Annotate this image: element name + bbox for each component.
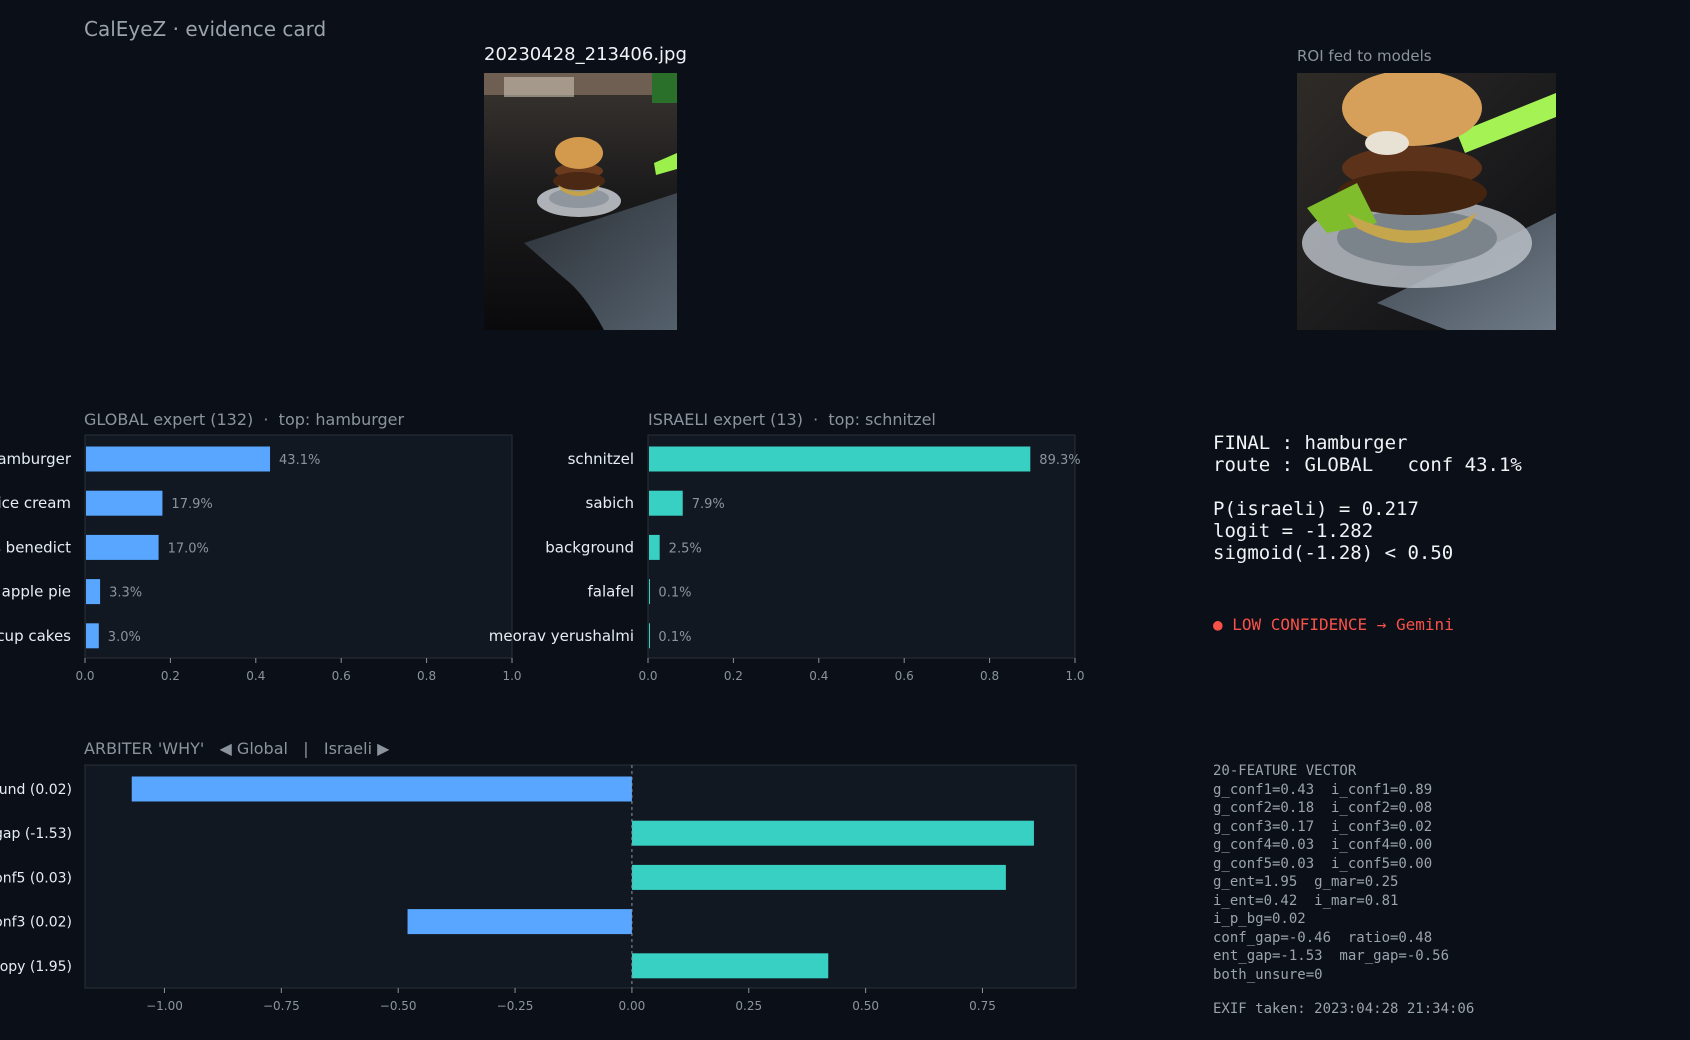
israeli-bar — [649, 623, 650, 649]
global-category-label: cup cakes — [0, 627, 71, 645]
feature-vector-line: g_conf4=0.03 i_conf4=0.00 — [1213, 837, 1433, 853]
israeli-category-label: background — [545, 538, 634, 556]
israeli-tick-label: 0.4 — [809, 669, 828, 683]
global-value-label: 43.1% — [279, 453, 320, 468]
feature-vector-line: g_conf1=0.43 i_conf1=0.89 — [1213, 781, 1433, 798]
image-filename: 20230428_213406.jpg — [484, 44, 687, 65]
arbiter-bar — [631, 820, 1034, 846]
arbiter-feature-label: i_conf5 (0.03) — [0, 870, 72, 886]
global-tick-label: 0.6 — [332, 669, 351, 683]
feature-vector-line: g_conf2=0.18 i_conf2=0.08 — [1213, 800, 1433, 816]
arbiter-feature-label: g_conf3 (0.02) — [0, 915, 72, 931]
decision-line: route : GLOBAL conf 43.1% — [1213, 454, 1522, 476]
israeli-tick-label: 0.6 — [895, 669, 914, 683]
global-bar — [86, 446, 271, 472]
israeli-category-label: schnitzel — [568, 450, 634, 468]
israeli-tick-label: 0.8 — [980, 669, 999, 683]
arbiter-tick-label: 0.75 — [969, 999, 996, 1013]
decision-line — [1213, 476, 1522, 498]
global-category-label: hamburger — [0, 450, 72, 468]
arbiter-tick-label: −0.25 — [497, 999, 534, 1013]
israeli-value-label: 0.1% — [658, 586, 691, 601]
israeli-bar — [649, 579, 650, 605]
global-bar — [86, 579, 101, 605]
global-category-label: apple pie — [2, 583, 71, 601]
feature-vector-line: ent_gap=-1.53 mar_gap=-0.56 — [1213, 948, 1450, 964]
global-value-label: 17.9% — [171, 497, 212, 512]
feature-vector-line: conf_gap=-0.46 ratio=0.48 — [1213, 929, 1433, 946]
global-value-label: 3.3% — [109, 586, 142, 601]
roi-label: ROI fed to models — [1297, 47, 1432, 65]
roi-photo — [1297, 73, 1556, 330]
israeli-value-label: 0.1% — [658, 630, 691, 645]
global-bar — [86, 623, 99, 649]
israeli-chart-title: ISRAELI expert (13) · top: schnitzel — [648, 410, 936, 429]
israeli-value-label: 2.5% — [669, 541, 702, 556]
global-tick-label: 0.4 — [246, 669, 265, 683]
arbiter-feature-label: p_background (0.02) — [0, 782, 72, 798]
global-tick-label: 0.8 — [417, 669, 436, 683]
arbiter-tick-label: 0.50 — [852, 999, 879, 1013]
app-title: CalEyeZ · evidence card — [84, 17, 327, 41]
arbiter-chart-title: ARBITER 'WHY' ◀ Global | Israeli ▶ — [84, 739, 390, 758]
israeli-category-label: meorav yerushalmi — [489, 627, 634, 645]
global-category-label: eggs benedict — [0, 538, 71, 556]
israeli-tick-label: 0.0 — [638, 669, 657, 683]
arbiter-bar — [631, 953, 829, 979]
israeli-tick-label: 1.0 — [1065, 669, 1084, 683]
arbiter-tick-label: −0.50 — [380, 999, 417, 1013]
israeli-value-label: 89.3% — [1039, 453, 1080, 468]
arbiter-bar — [131, 776, 632, 802]
israeli-category-label: falafel — [587, 583, 634, 601]
final-decision-block: FINAL : hamburger route : GLOBAL conf 43.… — [1213, 432, 1522, 564]
arbiter-tick-label: 0.00 — [619, 999, 646, 1013]
global-tick-label: 0.0 — [75, 669, 94, 683]
global-category-label: ice cream — [0, 494, 71, 512]
feature-vector-block: 20-FEATURE VECTOR g_conf1=0.43 i_conf1=0.… — [1213, 762, 1449, 984]
global-bar — [86, 534, 159, 560]
decision-line: P(israeli) = 0.217 — [1213, 498, 1419, 520]
feature-vector-line: g_ent=1.95 g_mar=0.25 — [1213, 874, 1399, 890]
global-value-label: 3.0% — [108, 630, 141, 645]
feature-vector-line: i_p_bg=0.02 — [1213, 911, 1306, 927]
original-photo — [484, 73, 677, 330]
israeli-bar — [649, 534, 660, 560]
arbiter-bar — [407, 909, 632, 935]
israeli-category-label: sabich — [586, 494, 634, 512]
arbiter-tick-label: −1.00 — [146, 999, 183, 1013]
feature-vector-line: g_conf3=0.17 i_conf3=0.02 — [1213, 818, 1433, 835]
decision-line: FINAL : hamburger — [1213, 432, 1408, 454]
israeli-expert-chart: schnitzel 89.3% sabich 7.9% background 2.5% fa… — [489, 434, 1085, 683]
arbiter-feature-label: ent_gap (-1.53) — [0, 826, 72, 842]
feature-vector-line: both_unsure=0 — [1213, 966, 1323, 983]
israeli-value-label: 7.9% — [692, 497, 725, 512]
global-chart-title: GLOBAL expert (132) · top: hamburger — [84, 410, 405, 429]
global-value-label: 17.0% — [168, 541, 209, 556]
feature-vector-line: i_ent=0.42 i_mar=0.81 — [1213, 892, 1399, 909]
arbiter-feature-label: g_entropy (1.95) — [0, 959, 72, 975]
arbiter-why-chart: p_background (0.02) ent_gap (-1.53) i_conf… — [0, 764, 1077, 1013]
global-tick-label: 0.2 — [161, 669, 180, 683]
decision-line: logit = -1.282 — [1213, 520, 1374, 542]
israeli-tick-label: 0.2 — [724, 669, 743, 683]
arbiter-bar — [631, 864, 1006, 890]
global-bar — [86, 490, 163, 516]
decision-line: sigmoid(-1.28) < 0.50 — [1213, 542, 1454, 564]
israeli-bar — [649, 490, 683, 516]
arbiter-tick-label: 0.25 — [735, 999, 762, 1013]
low-confidence-alert: ● LOW CONFIDENCE → Gemini — [1213, 615, 1454, 634]
feature-vector-title: 20-FEATURE VECTOR — [1213, 763, 1357, 779]
feature-vector-line: g_conf5=0.03 i_conf5=0.00 — [1213, 855, 1433, 872]
israeli-bar — [649, 446, 1031, 472]
exif-timestamp: EXIF taken: 2023:04:28 21:34:06 — [1213, 1001, 1475, 1017]
arbiter-tick-label: −0.75 — [263, 999, 300, 1013]
